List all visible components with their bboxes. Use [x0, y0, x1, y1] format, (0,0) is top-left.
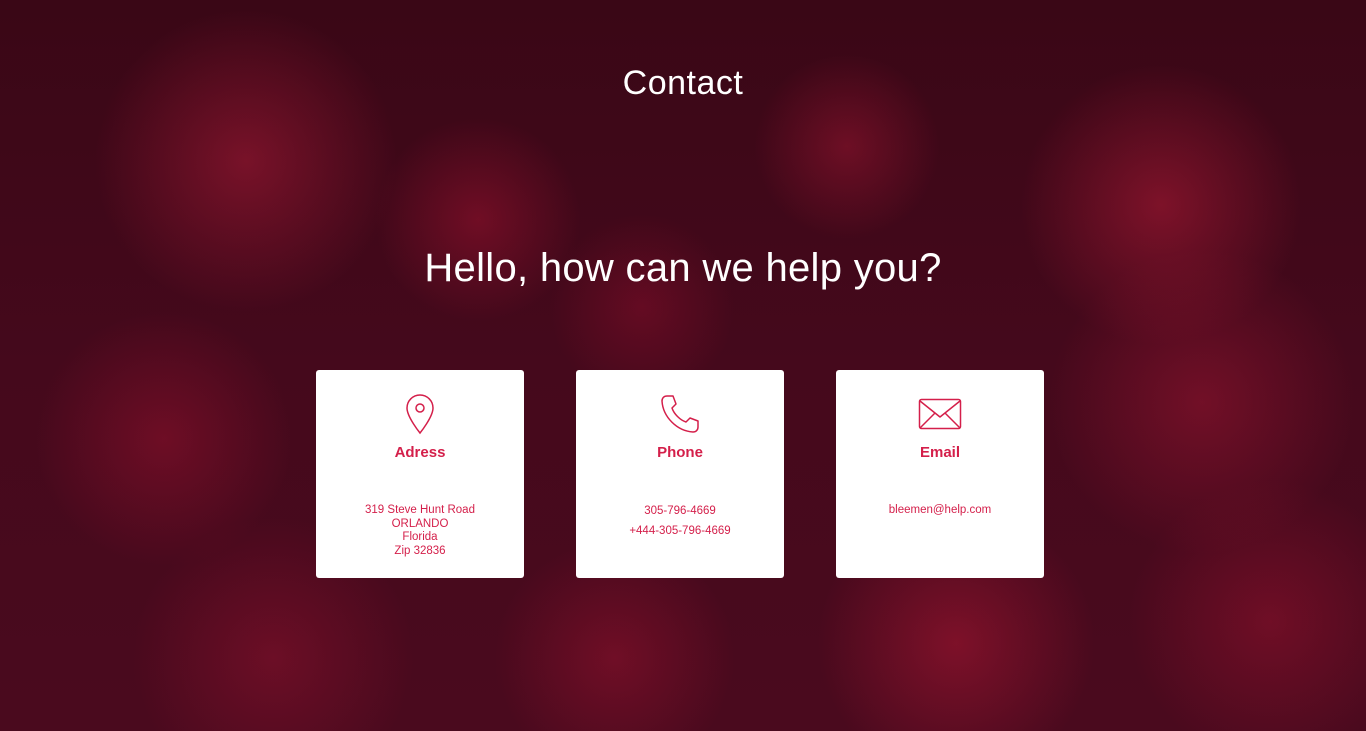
- address-card: Adress 319 Steve Hunt Road ORLANDO Flori…: [316, 370, 524, 578]
- email-lines: bleemen@help.com: [836, 504, 1044, 518]
- address-title: Adress: [394, 444, 446, 461]
- page-title: Contact: [622, 64, 744, 102]
- phone-lines: 305-796-4669 +444-305-796-4669: [576, 501, 784, 541]
- envelope-icon: [836, 392, 1044, 436]
- phone-icon: [576, 392, 784, 436]
- email-card: Email bleemen@help.com: [836, 370, 1044, 578]
- background-image: [0, 0, 1366, 731]
- headline: Hello, how can we help you?: [424, 246, 942, 290]
- phone-card: Phone 305-796-4669 +444-305-796-4669: [576, 370, 784, 578]
- contact-cards: Adress 319 Steve Hunt Road ORLANDO Flori…: [316, 370, 1044, 578]
- email-address[interactable]: bleemen@help.com: [836, 504, 1044, 518]
- phone-number[interactable]: +444-305-796-4669: [576, 521, 784, 541]
- map-pin-icon: [316, 392, 524, 436]
- email-title: Email: [919, 444, 961, 461]
- address-lines: 319 Steve Hunt Road ORLANDO Florida Zip …: [316, 504, 524, 558]
- phone-number[interactable]: 305-796-4669: [576, 501, 784, 521]
- address-line: Florida: [402, 531, 438, 543]
- phone-title: Phone: [657, 444, 703, 461]
- address-line: Zip 32836: [394, 544, 446, 557]
- address-line: 319 Steve Hunt Road: [365, 504, 475, 516]
- address-line: ORLANDO: [391, 517, 449, 530]
